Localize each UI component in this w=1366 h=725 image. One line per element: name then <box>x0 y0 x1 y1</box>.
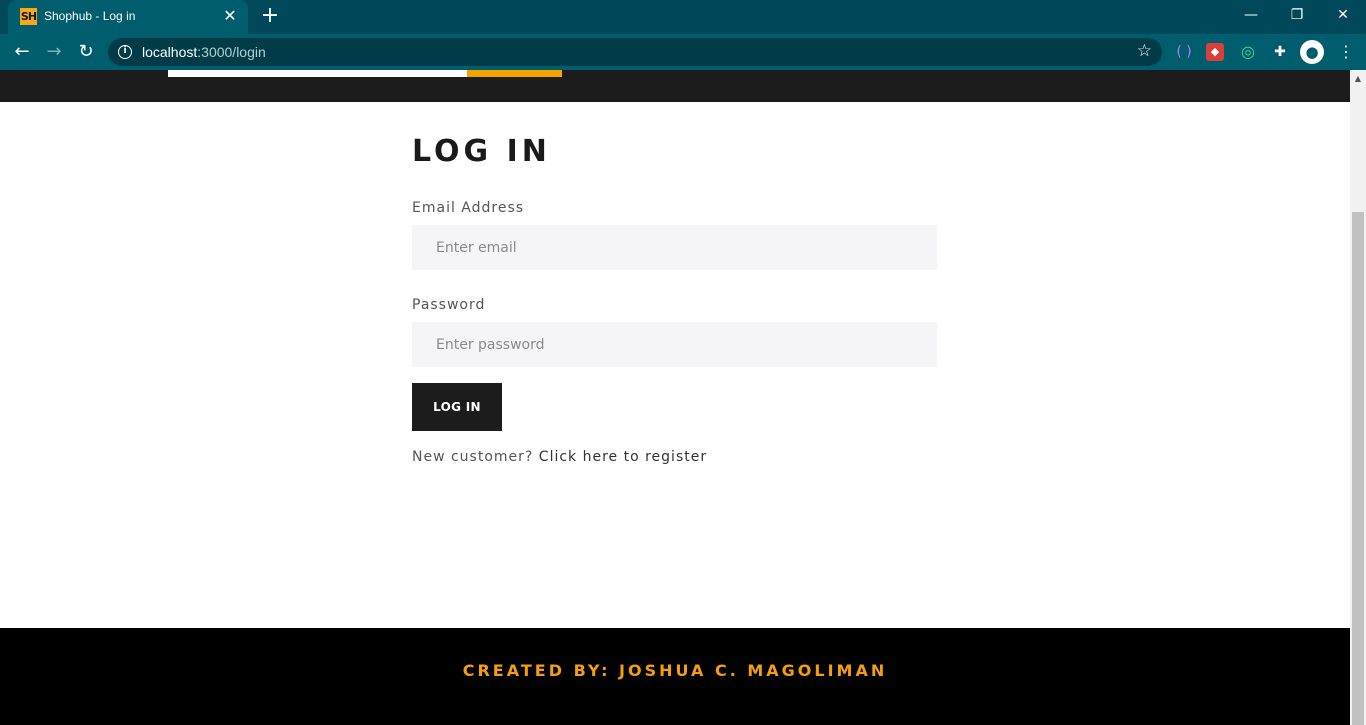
password-field[interactable] <box>412 322 937 367</box>
register-prompt-text: New customer? <box>412 449 534 465</box>
page-title: LOG IN <box>412 134 551 169</box>
close-window-icon[interactable]: ✕ <box>1320 0 1366 30</box>
address-bar[interactable]: i localhost:3000/login ☆ <box>108 38 1162 66</box>
site-footer: CREATED BY: JOSHUA C. MAGOLIMAN <box>0 628 1350 725</box>
new-tab-icon[interactable]: + <box>258 5 282 29</box>
search-input[interactable] <box>168 70 467 77</box>
login-form: LOG IN Email Address Password LOG IN New… <box>412 132 937 465</box>
reload-icon[interactable]: ↻ <box>74 40 98 64</box>
register-prompt: New customer? Click here to register <box>412 449 937 465</box>
scroll-thumb[interactable] <box>1352 212 1364 725</box>
extensions-icon[interactable]: ✚ <box>1270 42 1290 62</box>
page-viewport: LOG IN Email Address Password LOG IN New… <box>0 70 1350 725</box>
extension-target-icon[interactable]: ◎ <box>1238 42 1258 62</box>
restore-icon[interactable]: ❐ <box>1274 0 1320 30</box>
back-icon[interactable]: ← <box>10 40 34 64</box>
close-tab-icon[interactable]: ✕ <box>220 6 240 26</box>
tab-title: Shophub - Log in <box>44 9 136 23</box>
info-icon[interactable]: i <box>118 45 132 59</box>
scroll-up-icon[interactable]: ▲ <box>1350 70 1366 86</box>
url-text[interactable]: localhost:3000/login <box>142 44 266 60</box>
search-button[interactable] <box>467 70 562 77</box>
register-link[interactable]: Click here to register <box>539 449 707 465</box>
menu-icon[interactable]: ⋮ <box>1336 42 1356 62</box>
password-label: Password <box>412 297 486 313</box>
browser-toolbar: ← → ↻ i localhost:3000/login ☆ ( ) ◆ ◎ ✚… <box>0 34 1366 70</box>
shophub-favicon: SH <box>20 8 37 25</box>
email-field[interactable] <box>412 225 937 270</box>
minimize-icon[interactable]: — <box>1228 0 1274 30</box>
page-scrollbar[interactable]: ▲ <box>1350 70 1366 725</box>
footer-credit: CREATED BY: JOSHUA C. MAGOLIMAN <box>462 661 888 680</box>
browser-tab-bar: SH Shophub - Log in ✕ + — ❐ ✕ <box>0 0 1366 34</box>
site-header <box>0 70 1350 102</box>
profile-icon[interactable]: ● <box>1300 40 1324 64</box>
login-button[interactable]: LOG IN <box>412 383 502 431</box>
browser-tab[interactable]: SH Shophub - Log in ✕ <box>8 0 248 34</box>
extension-brackets-icon[interactable]: ( ) <box>1174 42 1194 62</box>
url-path: :3000/login <box>197 44 266 60</box>
email-label: Email Address <box>412 200 525 216</box>
star-icon[interactable]: ☆ <box>1137 41 1152 61</box>
extension-red-icon[interactable]: ◆ <box>1206 43 1224 61</box>
forward-icon[interactable]: → <box>42 40 66 64</box>
url-host: localhost <box>142 44 198 60</box>
